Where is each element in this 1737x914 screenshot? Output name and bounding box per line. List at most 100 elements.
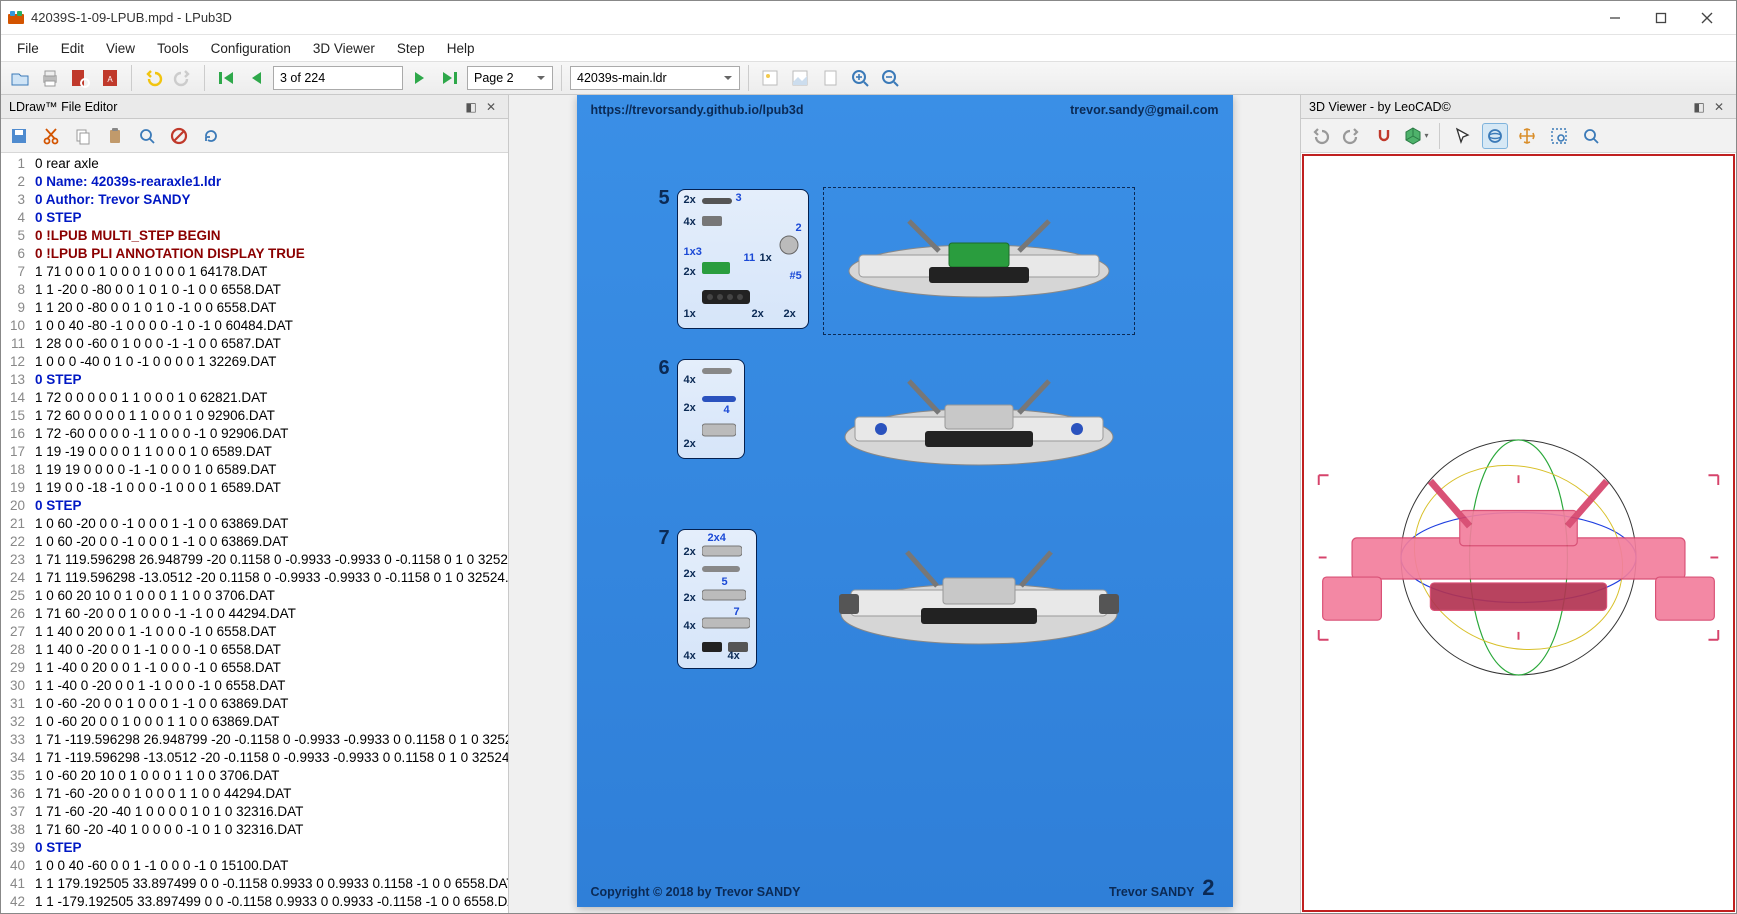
editor-line[interactable]: 231 71 119.596298 26.948799 -20 0.1158 0… bbox=[1, 551, 508, 569]
editor-line[interactable]: 91 1 20 0 -80 0 0 1 0 1 0 -1 0 0 6558.DA… bbox=[1, 299, 508, 317]
viewer-select-icon[interactable] bbox=[1450, 123, 1476, 149]
viewer-snap-icon[interactable] bbox=[1371, 123, 1397, 149]
editor-line[interactable]: 431 71 179.192505 13.8975 0 0 0 -1 0 1 0… bbox=[1, 911, 508, 913]
print-icon[interactable] bbox=[37, 65, 63, 91]
editor-line[interactable]: 101 0 0 40 -80 -1 0 0 0 0 -1 0 -1 0 6048… bbox=[1, 317, 508, 335]
editor-float-button[interactable]: ◧ bbox=[462, 98, 480, 116]
editor-line[interactable]: 301 1 -40 0 -20 0 0 1 -1 0 0 0 -1 0 6558… bbox=[1, 677, 508, 695]
editor-line[interactable]: 161 72 -60 0 0 0 0 -1 1 0 0 0 -1 0 92906… bbox=[1, 425, 508, 443]
editor-line[interactable]: 341 71 -119.596298 -13.0512 -20 -0.1158 … bbox=[1, 749, 508, 767]
viewer-close-button[interactable]: ✕ bbox=[1710, 98, 1728, 116]
viewer-pan-icon[interactable] bbox=[1514, 123, 1540, 149]
subfile-combo[interactable]: 42039s-main.ldr bbox=[570, 66, 740, 90]
viewer-orbit-icon[interactable] bbox=[1482, 123, 1508, 149]
editor-close-button[interactable]: ✕ bbox=[482, 98, 500, 116]
undo-icon[interactable] bbox=[140, 65, 166, 91]
viewer-float-button[interactable]: ◧ bbox=[1690, 98, 1708, 116]
editor-line[interactable]: 421 1 -179.192505 33.897499 0 0 -0.1158 … bbox=[1, 893, 508, 911]
zoom-out-icon[interactable] bbox=[877, 65, 903, 91]
editor-line[interactable]: 381 71 60 -20 -40 1 0 0 0 0 -1 0 1 0 323… bbox=[1, 821, 508, 839]
editor-line[interactable]: 30 Author: Trevor SANDY bbox=[1, 191, 508, 209]
file-editor-pane: LDraw™ File Editor ◧ ✕ 10 rear axle20 Na… bbox=[1, 95, 509, 913]
viewer-undo-icon[interactable] bbox=[1307, 123, 1333, 149]
redo-icon[interactable] bbox=[170, 65, 196, 91]
editor-line[interactable]: 281 1 40 0 -20 0 0 1 -1 0 0 0 -1 0 6558.… bbox=[1, 641, 508, 659]
editor-line[interactable]: 361 71 -60 -20 0 0 1 0 0 0 1 1 0 0 44294… bbox=[1, 785, 508, 803]
editor-save-icon[interactable] bbox=[7, 124, 31, 148]
editor-line[interactable]: 331 71 -119.596298 26.948799 -20 -0.1158… bbox=[1, 731, 508, 749]
step5-assembly bbox=[829, 195, 1129, 327]
close-button[interactable] bbox=[1684, 3, 1730, 33]
editor-line[interactable]: 251 0 60 20 10 0 1 0 0 0 1 1 0 0 3706.DA… bbox=[1, 587, 508, 605]
editor-line[interactable]: 50 !LPUB MULTI_STEP BEGIN bbox=[1, 227, 508, 245]
editor-line[interactable]: 130 STEP bbox=[1, 371, 508, 389]
editor-line[interactable]: 111 28 0 0 -60 0 1 0 0 0 -1 -1 0 0 6587.… bbox=[1, 335, 508, 353]
export-pdf-icon[interactable]: A bbox=[97, 65, 123, 91]
editor-line[interactable]: 121 0 0 0 -40 0 1 0 -1 0 0 0 0 1 32269.D… bbox=[1, 353, 508, 371]
editor-line[interactable]: 411 1 179.192505 33.897499 0 0 -0.1158 0… bbox=[1, 875, 508, 893]
editor-line[interactable]: 271 1 40 0 20 0 0 1 -1 0 0 0 -1 0 6558.D… bbox=[1, 623, 508, 641]
step5-number: 5 bbox=[659, 187, 670, 210]
editor-line[interactable]: 401 0 0 40 -60 0 0 1 -1 0 0 0 -1 0 15100… bbox=[1, 857, 508, 875]
editor-line[interactable]: 40 STEP bbox=[1, 209, 508, 227]
editor-line[interactable]: 291 1 -40 0 20 0 0 1 -1 0 0 0 -1 0 6558.… bbox=[1, 659, 508, 677]
editor-line[interactable]: 321 0 -60 20 0 0 1 0 0 0 1 1 0 0 63869.D… bbox=[1, 713, 508, 731]
insert-page-icon[interactable] bbox=[817, 65, 843, 91]
editor-line[interactable]: 351 0 -60 20 10 0 1 0 0 0 1 1 0 0 3706.D… bbox=[1, 767, 508, 785]
editor-line[interactable]: 191 19 0 0 -18 -1 0 0 0 -1 0 0 0 1 6589.… bbox=[1, 479, 508, 497]
editor-line[interactable]: 71 71 0 0 0 1 0 0 0 1 0 0 0 1 64178.DAT bbox=[1, 263, 508, 281]
editor-line[interactable]: 371 71 -60 -20 -40 1 0 0 0 0 1 0 1 0 323… bbox=[1, 803, 508, 821]
next-page-icon[interactable] bbox=[407, 65, 433, 91]
minimize-button[interactable] bbox=[1592, 3, 1638, 33]
menu-help[interactable]: Help bbox=[437, 38, 485, 59]
viewer-canvas[interactable] bbox=[1302, 154, 1735, 912]
editor-cut-icon[interactable] bbox=[39, 124, 63, 148]
editor-line[interactable]: 241 71 119.596298 -13.0512 -20 0.1158 0 … bbox=[1, 569, 508, 587]
page-number-input[interactable] bbox=[273, 66, 403, 90]
last-page-icon[interactable] bbox=[437, 65, 463, 91]
menu-3dviewer[interactable]: 3D Viewer bbox=[303, 38, 385, 59]
editor-line[interactable]: 311 0 -60 -20 0 0 1 0 0 0 1 -1 0 0 63869… bbox=[1, 695, 508, 713]
menu-view[interactable]: View bbox=[96, 38, 145, 59]
viewer-redo-icon[interactable] bbox=[1339, 123, 1365, 149]
editor-line[interactable]: 171 19 -19 0 0 0 0 1 1 0 0 0 1 0 6589.DA… bbox=[1, 443, 508, 461]
editor-refresh-icon[interactable] bbox=[199, 124, 223, 148]
editor-line[interactable]: 151 72 60 0 0 0 0 1 1 0 0 0 1 0 92906.DA… bbox=[1, 407, 508, 425]
menu-file[interactable]: File bbox=[7, 38, 49, 59]
page-copyright: Copyright © 2018 by Trevor SANDY bbox=[591, 885, 801, 899]
maximize-button[interactable] bbox=[1638, 3, 1684, 33]
page-combo[interactable]: Page 2 bbox=[467, 66, 553, 90]
editor-line[interactable]: 261 71 60 -20 0 0 1 0 0 0 -1 -1 0 0 4429… bbox=[1, 605, 508, 623]
menu-configuration[interactable]: Configuration bbox=[201, 38, 301, 59]
editor-delete-icon[interactable] bbox=[167, 124, 191, 148]
editor-line[interactable]: 81 1 -20 0 -80 0 0 1 0 1 0 -1 0 0 6558.D… bbox=[1, 281, 508, 299]
instruction-page[interactable]: https://trevorsandy.github.io/lpub3d tre… bbox=[577, 95, 1233, 907]
first-page-icon[interactable] bbox=[213, 65, 239, 91]
viewer-cube-icon[interactable]: ▾ bbox=[1403, 123, 1429, 149]
insert-cover-icon[interactable] bbox=[787, 65, 813, 91]
editor-body[interactable]: 10 rear axle20 Name: 42039s-rearaxle1.ld… bbox=[1, 153, 508, 913]
open-icon[interactable] bbox=[7, 65, 33, 91]
editor-line[interactable]: 20 Name: 42039s-rearaxle1.ldr bbox=[1, 173, 508, 191]
zoom-in-icon[interactable] bbox=[847, 65, 873, 91]
editor-line[interactable]: 390 STEP bbox=[1, 839, 508, 857]
editor-line[interactable]: 211 0 60 -20 0 0 -1 0 0 0 1 -1 0 0 63869… bbox=[1, 515, 508, 533]
editor-line[interactable]: 221 0 60 -20 0 0 -1 0 0 0 1 -1 0 0 63869… bbox=[1, 533, 508, 551]
editor-line[interactable]: 141 72 0 0 0 0 0 1 1 0 0 0 1 0 62821.DAT bbox=[1, 389, 508, 407]
viewer-zoomregion-icon[interactable] bbox=[1546, 123, 1572, 149]
insert-image-icon[interactable] bbox=[757, 65, 783, 91]
editor-line[interactable]: 181 19 19 0 0 0 0 -1 -1 0 0 0 1 0 6589.D… bbox=[1, 461, 508, 479]
menu-step[interactable]: Step bbox=[387, 38, 435, 59]
export-pdf-search-icon[interactable] bbox=[67, 65, 93, 91]
editor-paste-icon[interactable] bbox=[103, 124, 127, 148]
3d-viewer-title: 3D Viewer - by LeoCAD© ◧ ✕ bbox=[1301, 95, 1736, 119]
prev-page-icon[interactable] bbox=[243, 65, 269, 91]
menu-tools[interactable]: Tools bbox=[147, 38, 199, 59]
editor-copy-icon[interactable] bbox=[71, 124, 95, 148]
editor-find-icon[interactable] bbox=[135, 124, 159, 148]
viewer-zoom-icon[interactable] bbox=[1578, 123, 1604, 149]
editor-line[interactable]: 60 !LPUB PLI ANNOTATION DISPLAY TRUE bbox=[1, 245, 508, 263]
editor-line[interactable]: 10 rear axle bbox=[1, 155, 508, 173]
editor-line[interactable]: 200 STEP bbox=[1, 497, 508, 515]
menu-edit[interactable]: Edit bbox=[51, 38, 94, 59]
